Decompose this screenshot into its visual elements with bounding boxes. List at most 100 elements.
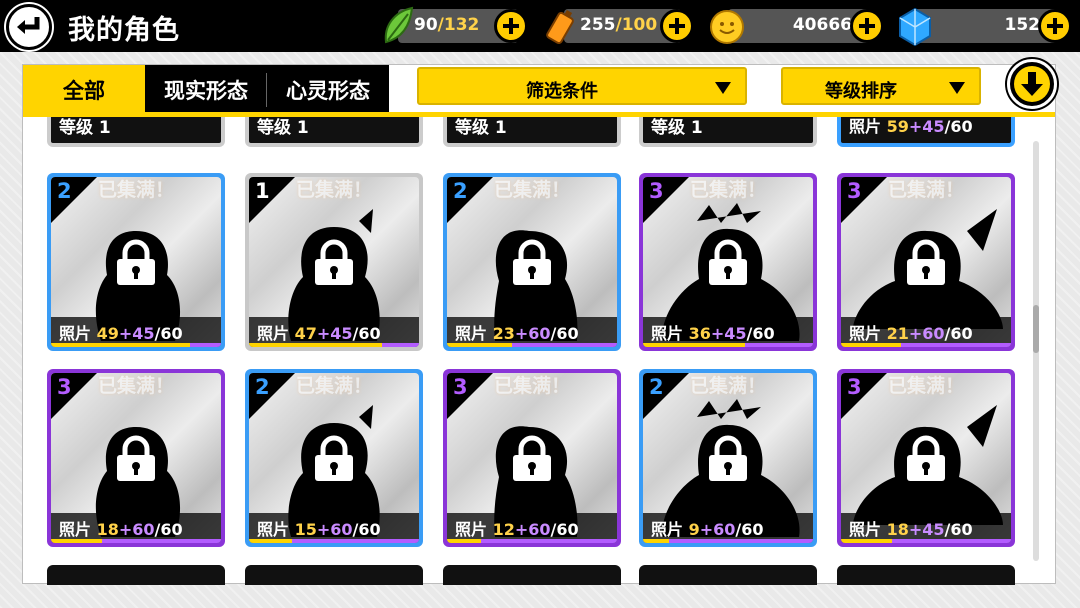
sort-dropdown[interactable]: 等级排序 [781,67,981,105]
tab-reality-form[interactable]: 现实形态 [145,65,267,113]
collection-full-label: 已集满！ [295,179,372,201]
add-stamina-button[interactable] [494,9,528,43]
character-card[interactable]: 1 已集满！ 照片 47+45/60 [245,173,423,351]
character-card[interactable]: 2 已集满！ 照片 15+60/60 [245,369,423,547]
add-gems-button[interactable] [1038,9,1072,43]
photo-count: 照片 15+60/60 [257,520,381,539]
photo-progress-owned [249,343,382,347]
character-silhouette-art: 2 已集满！ 照片 15+60/60 [249,373,419,543]
character-card[interactable]: 2 已集满！ 照片 9+60/60 [639,369,817,547]
photo-progress-extra [382,343,419,347]
tab-all[interactable]: 全部 [23,65,145,113]
add-coins-button[interactable] [850,9,884,43]
collection-full-label: 已集满！ [493,179,570,201]
photo-progress-owned [643,539,669,543]
character-card-partial[interactable]: 等级 1 [639,117,817,155]
photo-bar: 照片 47+45/60 [249,317,419,347]
scroll-thumb[interactable] [1033,305,1039,353]
character-card-partial[interactable]: 等级 1 [443,117,621,155]
scroll-down-button[interactable] [1007,59,1057,109]
photo-progress-owned [841,343,901,347]
filter-dropdown[interactable]: 筛选条件 [417,67,747,105]
lock-icon [513,239,551,285]
photo-count: 照片 18+60/60 [59,520,183,539]
photo-bar: 照片 18+60/60 [51,513,221,543]
character-panel: 全部 现实形态 心灵形态 筛选条件 等级排序 等级 1 等级 1 等级 1 等级… [22,59,1057,585]
photo-progress-owned [841,539,892,543]
lock-icon [907,239,945,285]
lock-icon [907,435,945,481]
character-card-peek[interactable] [837,565,1015,585]
photo-progress-extra [901,343,1011,347]
scrollbar[interactable] [1033,141,1039,561]
character-card-peek[interactable] [443,565,621,585]
character-card-peek[interactable] [639,565,817,585]
page-title: 我的角色 [68,15,180,46]
stamina-current: 90 [414,15,438,35]
gem-amount: 152 [1004,15,1041,35]
character-silhouette-art: 3 已集满！ 照片 21+60/60 [841,177,1011,347]
photo-bar: 照片 23+60/60 [447,317,617,347]
photo-progress-extra [102,539,221,543]
collection-full-label: 已集满！ [493,375,570,397]
collection-full-label: 已集满！ [97,375,174,397]
character-silhouette-art: 3 已集满！ 照片 36+45/60 [643,177,813,347]
photo-progress-owned [447,539,481,543]
character-card[interactable]: 3 已集满！ 照片 18+45/60 [837,369,1015,547]
character-card[interactable]: 3 已集满！ 照片 21+60/60 [837,173,1015,351]
battery-icon [546,10,574,45]
photo-count: 照片 12+60/60 [455,520,579,539]
energy-counter: 255/100 [546,9,698,45]
level-text: 等级 1 [651,118,703,138]
collection-full-label: 已集满！ [689,179,766,201]
photo-bar: 照片 12+60/60 [447,513,617,543]
energy-current: 255 [580,15,616,35]
character-card[interactable]: 3 已集满！ 照片 36+45/60 [639,173,817,351]
lock-icon [117,435,155,481]
character-card-peek[interactable] [245,565,423,585]
photo-bar: 照片 15+60/60 [249,513,419,543]
character-silhouette-art: 1 已集满！ 照片 47+45/60 [249,177,419,347]
collection-full-label: 已集满！ [97,179,174,201]
dropdown-arrow-icon [715,82,731,94]
character-card[interactable]: 2 已集满！ 照片 23+60/60 [443,173,621,351]
photo-count: 照片 59+45/60 [849,117,973,136]
lock-icon [709,239,747,285]
photo-progress-owned [447,343,512,347]
character-silhouette-art: 3 已集满！ 照片 18+45/60 [841,373,1011,543]
coin-icon [710,10,744,44]
stamina-max: /132 [437,15,480,35]
character-card[interactable]: 3 已集满！ 照片 18+60/60 [47,369,225,547]
character-card-partial[interactable]: 等级 1 [47,117,225,155]
character-card-peek[interactable] [47,565,225,585]
photo-bar: 照片 9+60/60 [643,513,813,543]
character-card-partial[interactable]: 等级 1 [245,117,423,155]
top-bar: 我的角色 90/132 255/100 40666 152 [0,0,1080,52]
lock-icon [117,239,155,285]
add-energy-button[interactable] [660,9,694,43]
photo-progress-owned [51,539,102,543]
character-silhouette-art: 2 已集满！ 照片 23+60/60 [447,177,617,347]
character-grid: 等级 1 等级 1 等级 1 等级 1 照片 59+45/60 2 已集满！ 照片 … [23,117,1023,585]
level-text: 等级 1 [455,118,507,138]
stamina-counter: 90/132 [384,6,530,44]
photo-count: 照片 9+60/60 [651,520,764,539]
photo-count: 照片 23+60/60 [455,324,579,343]
character-silhouette-art: 2 已集满！ 照片 49+45/60 [51,177,221,347]
character-card[interactable]: 2 已集满！ 照片 49+45/60 [47,173,225,351]
gem-icon [899,7,931,47]
lock-icon [315,435,353,481]
photo-progress-owned [643,343,745,347]
back-button[interactable] [6,4,52,50]
tab-soul-form[interactable]: 心灵形态 [267,65,389,113]
photo-bar: 照片 18+45/60 [841,513,1011,543]
gem-counter: 152 [898,7,1074,47]
character-silhouette-art: 2 已集满！ 照片 9+60/60 [643,373,813,543]
photo-count: 照片 49+45/60 [59,324,183,343]
character-silhouette-art: 3 已集满！ 照片 18+60/60 [51,373,221,543]
leaf-icon [384,6,414,44]
character-card[interactable]: 3 已集满！ 照片 12+60/60 [443,369,621,547]
character-card-partial[interactable]: 照片 59+45/60 [837,117,1015,155]
photo-progress-extra [481,539,617,543]
collection-full-label: 已集满！ [887,179,964,201]
